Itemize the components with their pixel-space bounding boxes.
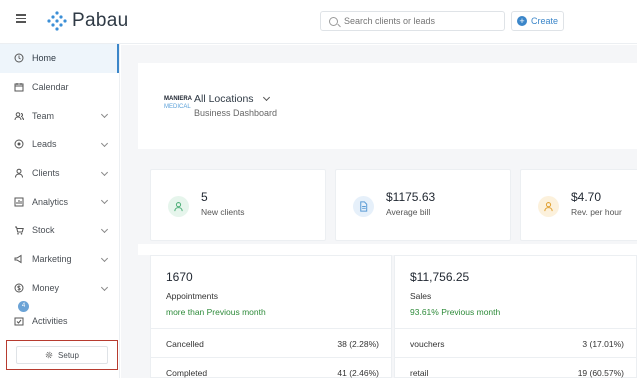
home-icon: [14, 53, 24, 63]
clients-icon: [14, 168, 24, 178]
plus-icon: +: [516, 16, 527, 26]
sidebar-item-label: Calendar: [32, 82, 69, 93]
stat-card-average-bill[interactable]: $1175.63 Average bill: [335, 169, 511, 241]
setup-label: Setup: [58, 350, 79, 360]
new-clients-icon: [168, 196, 189, 217]
sidebar-item-label: Activities: [32, 315, 68, 326]
money-icon: [14, 283, 24, 293]
chevron-down-icon: [100, 226, 109, 234]
appointments-value: 1670: [166, 270, 193, 284]
sidebar-item-marketing[interactable]: Marketing: [0, 245, 119, 274]
stat-value: $4.70: [571, 190, 602, 204]
search-input[interactable]: [344, 16, 494, 26]
team-icon: [14, 111, 24, 121]
stock-icon: [14, 225, 24, 236]
sales-card: $11,756.25 Sales 93.61% Previous month v…: [394, 255, 637, 378]
chevron-down-icon: [100, 168, 109, 176]
sidebar-item-label: Clients: [32, 168, 60, 179]
row-value: 3 (17.01%): [582, 339, 624, 349]
row-value: 38 (2.28%): [337, 339, 379, 349]
sidebar-item-label: Analytics: [32, 196, 69, 207]
row-label: Cancelled: [166, 339, 204, 349]
sidebar-item-calendar[interactable]: Calendar: [0, 73, 119, 102]
location-label: All Locations: [194, 93, 254, 105]
search-box[interactable]: [320, 11, 505, 31]
sales-label: Sales: [410, 291, 432, 301]
main-content: MANIERA MEDICAL All Locations Business D…: [121, 45, 637, 378]
summary-section: 1670 Appointments more than Previous mon…: [138, 255, 637, 378]
chevron-down-icon: [100, 283, 109, 291]
marketing-icon: [14, 254, 24, 264]
chevron-down-icon: [100, 140, 109, 148]
sidebar-item-home[interactable]: Home: [0, 44, 119, 73]
sales-trend: 93.61% Previous month: [410, 307, 501, 317]
appointments-label: Appointments: [166, 291, 218, 301]
setup-highlight: Setup: [6, 340, 118, 370]
dashboard-panel: MANIERA MEDICAL All Locations Business D…: [138, 63, 637, 378]
sidebar-item-label: Team: [32, 110, 55, 121]
business-logo-line1: MANIERA: [164, 96, 192, 102]
table-row: vouchers 3 (17.01%): [395, 328, 636, 357]
stat-value: $1175.63: [386, 190, 436, 204]
app-name: Pabau: [72, 10, 129, 31]
search-icon: [329, 16, 338, 26]
table-row: Cancelled 38 (2.28%): [151, 328, 391, 357]
sidebar-item-activities[interactable]: 4 Activities: [0, 301, 119, 335]
dashboard-subtitle: Business Dashboard: [194, 108, 278, 118]
revenue-user-icon: [538, 196, 559, 217]
row-label: retail: [410, 368, 429, 378]
sidebar-item-leads[interactable]: Leads: [0, 130, 119, 159]
table-row: retail 19 (60.57%): [395, 357, 636, 386]
stat-card-rev-per-hour[interactable]: $4.70 Rev. per hour: [520, 169, 637, 241]
document-icon: [353, 196, 374, 217]
pabau-logo-icon: [47, 11, 67, 31]
activities-icon: [14, 316, 24, 326]
business-logo-line2: MEDICAL: [164, 104, 191, 110]
gear-icon: [45, 351, 53, 359]
stat-label: New clients: [201, 207, 245, 217]
sidebar-item-team[interactable]: Team: [0, 101, 119, 130]
row-label: vouchers: [410, 339, 445, 349]
menu-toggle-icon[interactable]: [16, 12, 30, 24]
sidebar: Home Calendar Team Leads Clients Analyti…: [0, 44, 120, 378]
activities-badge: 4: [18, 301, 29, 313]
location-selector[interactable]: All Locations: [194, 93, 277, 105]
leads-icon: [14, 139, 24, 149]
business-logo: MANIERA MEDICAL: [164, 95, 192, 117]
sidebar-item-stock[interactable]: Stock: [0, 216, 119, 245]
row-value: 41 (2.46%): [337, 368, 379, 378]
chevron-down-icon: [262, 93, 270, 102]
table-row: Completed 41 (2.46%): [151, 357, 391, 386]
sidebar-item-clients[interactable]: Clients: [0, 159, 119, 188]
sidebar-item-label: Marketing: [32, 254, 72, 265]
sidebar-item-money[interactable]: Money: [0, 274, 119, 303]
create-label: Create: [530, 16, 558, 26]
row-value: 19 (60.57%): [577, 368, 624, 378]
sidebar-item-analytics[interactable]: Analytics: [0, 187, 119, 216]
top-bar: Pabau + Create: [0, 0, 637, 44]
sidebar-item-label: Money: [32, 282, 60, 293]
setup-button[interactable]: Setup: [16, 346, 108, 364]
create-button[interactable]: + Create: [511, 11, 564, 31]
sales-value: $11,756.25: [410, 270, 470, 284]
stat-value: 5: [201, 190, 208, 204]
chevron-down-icon: [100, 111, 109, 119]
row-label: Completed: [166, 368, 208, 378]
business-header: MANIERA MEDICAL All Locations Business D…: [164, 93, 277, 118]
app-logo[interactable]: Pabau: [46, 6, 128, 36]
chevron-down-icon: [100, 254, 109, 262]
appointments-card: 1670 Appointments more than Previous mon…: [150, 255, 392, 378]
sidebar-item-label: Home: [32, 53, 57, 64]
analytics-icon: [14, 197, 24, 207]
chevron-down-icon: [100, 197, 109, 205]
stat-card-new-clients[interactable]: 5 New clients: [150, 169, 326, 241]
stat-label: Average bill: [386, 207, 431, 217]
stats-row: 5 New clients $1175.63 Average bill $4.7…: [138, 149, 637, 244]
appointments-trend: more than Previous month: [166, 307, 266, 317]
calendar-icon: [14, 82, 24, 92]
stat-label: Rev. per hour: [571, 207, 622, 217]
sidebar-item-label: Stock: [32, 225, 55, 236]
sidebar-item-label: Leads: [32, 139, 57, 150]
